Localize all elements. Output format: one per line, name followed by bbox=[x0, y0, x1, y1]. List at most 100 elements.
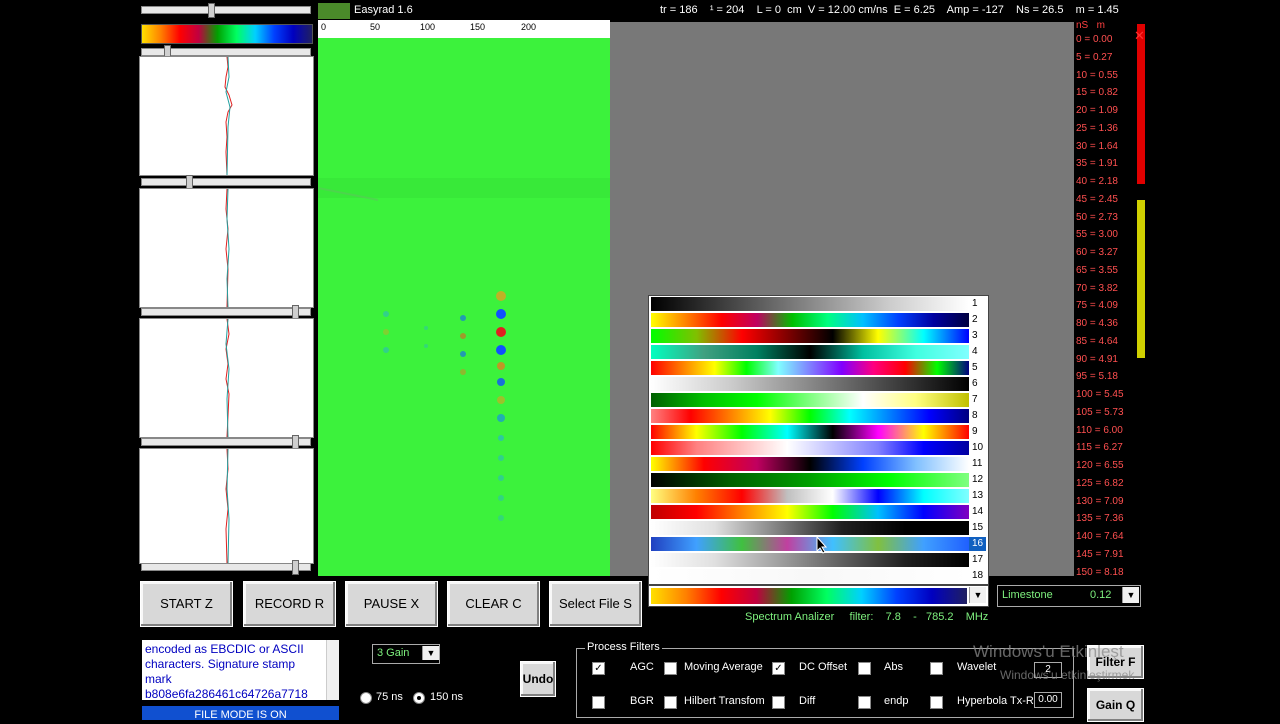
palette-swatch bbox=[651, 313, 969, 327]
palette-option-6[interactable]: 6 bbox=[649, 376, 986, 392]
palette-swatch bbox=[651, 473, 969, 487]
trace-ruler: 0 50 100 150 200 bbox=[318, 20, 610, 38]
depth-header-ns: nS bbox=[1076, 20, 1089, 31]
depth-row: 45 = 2.45 bbox=[1076, 193, 1118, 205]
trace-panel-2 bbox=[139, 188, 314, 308]
palette-swatch bbox=[651, 329, 969, 343]
start-button[interactable]: START Z bbox=[140, 581, 233, 627]
palette-swatch bbox=[651, 361, 969, 375]
slider-3[interactable] bbox=[141, 305, 311, 320]
close-icon[interactable]: ✕ bbox=[1134, 28, 1145, 44]
filter-label: Hilbert Transfom bbox=[684, 695, 765, 707]
palette-swatch bbox=[651, 537, 969, 551]
material-select[interactable]: Limestone 0.12 ▼ bbox=[997, 585, 1141, 607]
filter-label: endp bbox=[884, 695, 909, 707]
slider-knob[interactable] bbox=[208, 3, 215, 18]
record-button[interactable]: RECORD R bbox=[243, 581, 336, 627]
palette-select[interactable]: ▼ bbox=[648, 585, 989, 607]
ruler-tick: 200 bbox=[521, 22, 537, 32]
depth-indicator-yellow bbox=[1137, 200, 1145, 358]
measurement-info: tr = 186 ¹ = 204 L = 0 cm V = 12.00 cm/n… bbox=[660, 4, 1119, 16]
palette-swatch bbox=[651, 425, 969, 439]
palette-option-18[interactable]: 18 bbox=[649, 568, 986, 584]
depth-row: 135 = 7.36 bbox=[1076, 513, 1124, 525]
clear-button[interactable]: CLEAR C bbox=[447, 581, 540, 627]
filter-label: Moving Average bbox=[684, 661, 763, 673]
filter-checkbox-dc-offset[interactable]: ✓ bbox=[772, 662, 785, 675]
palette-swatch bbox=[651, 569, 969, 583]
notes-textarea[interactable]: encoded as EBCDIC or ASCII characters. S… bbox=[142, 640, 339, 700]
hyperbola-value[interactable]: 0.00 bbox=[1034, 692, 1062, 708]
palette-swatch bbox=[651, 393, 969, 407]
filter-checkbox-endp[interactable] bbox=[858, 696, 871, 709]
palette-option-9[interactable]: 9 bbox=[649, 424, 986, 440]
depth-row: 105 = 5.73 bbox=[1076, 406, 1124, 418]
palette-option-1[interactable]: 1 bbox=[649, 296, 986, 312]
slider-4[interactable] bbox=[141, 435, 311, 450]
chevron-down-icon[interactable]: ▼ bbox=[969, 587, 986, 603]
filter-checkbox-hyperbola-tx-rx[interactable] bbox=[930, 696, 943, 709]
select-file-button[interactable]: Select File S bbox=[549, 581, 642, 627]
depth-row: 50 = 2.73 bbox=[1076, 211, 1118, 223]
palette-option-10[interactable]: 10 bbox=[649, 440, 986, 456]
palette-option-5[interactable]: 5 bbox=[649, 360, 986, 376]
radio-150ns[interactable] bbox=[413, 692, 425, 704]
palette-option-3[interactable]: 3 bbox=[649, 328, 986, 344]
radargram-view[interactable] bbox=[318, 38, 610, 576]
material-name: Limestone bbox=[1002, 589, 1053, 601]
filter-checkbox-moving-average[interactable] bbox=[664, 662, 677, 675]
mouse-cursor-icon bbox=[816, 536, 828, 554]
chevron-down-icon[interactable]: ▼ bbox=[1122, 587, 1139, 603]
slider-5[interactable] bbox=[141, 560, 311, 575]
notes-scrollbar[interactable] bbox=[326, 640, 339, 700]
palette-option-17[interactable]: 17 bbox=[649, 552, 986, 568]
trace-panel-3 bbox=[139, 318, 314, 438]
chevron-down-icon[interactable]: ▼ bbox=[422, 646, 439, 660]
slider-2[interactable] bbox=[141, 175, 311, 190]
palette-option-2[interactable]: 2 bbox=[649, 312, 986, 328]
palette-number: 16 bbox=[969, 537, 986, 551]
filter-checkbox-wavelet[interactable] bbox=[930, 662, 943, 675]
ruler-tick: 0 bbox=[321, 22, 327, 32]
radio-75ns-label: 75 ns bbox=[376, 691, 403, 703]
depth-row: 120 = 6.55 bbox=[1076, 460, 1124, 471]
palette-number: 18 bbox=[972, 570, 984, 581]
filter-checkbox-hilbert-transfom[interactable] bbox=[664, 696, 677, 709]
palette-number: 6 bbox=[972, 378, 978, 389]
filter-checkbox-abs[interactable] bbox=[858, 662, 871, 675]
undo-button[interactable]: Undo bbox=[520, 661, 556, 697]
slider-1[interactable] bbox=[141, 45, 311, 60]
top-slider[interactable] bbox=[141, 3, 311, 18]
radio-75ns[interactable] bbox=[360, 692, 372, 704]
ruler-tick: 50 bbox=[370, 22, 381, 32]
palette-option-7[interactable]: 7 bbox=[649, 392, 986, 408]
palette-option-12[interactable]: 12 bbox=[649, 472, 986, 488]
palette-swatch bbox=[651, 553, 969, 567]
pause-button[interactable]: PAUSE X bbox=[345, 581, 438, 627]
depth-row: 85 = 4.64 bbox=[1076, 335, 1118, 347]
filter-checkbox-bgr[interactable] bbox=[592, 696, 605, 709]
gain-select[interactable]: 3 Gain ▼ bbox=[372, 644, 440, 664]
depth-row: 100 = 5.45 bbox=[1076, 389, 1124, 400]
slider-knob[interactable] bbox=[292, 560, 299, 575]
gain-button[interactable]: Gain Q bbox=[1087, 688, 1144, 722]
palette-number: 14 bbox=[972, 506, 984, 517]
palette-swatch bbox=[651, 489, 969, 503]
palette-number: 12 bbox=[972, 474, 984, 485]
palette-number: 5 bbox=[972, 362, 978, 373]
activation-watermark: Windows'u Etkinleşt bbox=[973, 642, 1124, 661]
filter-checkbox-diff[interactable] bbox=[772, 696, 785, 709]
palette-option-8[interactable]: 8 bbox=[649, 408, 986, 424]
palette-option-13[interactable]: 13 bbox=[649, 488, 986, 504]
palette-option-11[interactable]: 11 bbox=[649, 456, 986, 472]
palette-swatch bbox=[651, 345, 969, 359]
filter-checkbox-agc[interactable]: ✓ bbox=[592, 662, 605, 675]
depth-row: 10 = 0.55 bbox=[1076, 69, 1118, 81]
depth-row: 35 = 1.91 bbox=[1076, 158, 1118, 170]
palette-option-14[interactable]: 14 bbox=[649, 504, 986, 520]
ruler-tick: 150 bbox=[470, 22, 486, 32]
palette-swatch bbox=[651, 505, 969, 519]
palette-option-15[interactable]: 15 bbox=[649, 520, 986, 536]
palette-option-4[interactable]: 4 bbox=[649, 344, 986, 360]
palette-number: 15 bbox=[972, 522, 984, 533]
